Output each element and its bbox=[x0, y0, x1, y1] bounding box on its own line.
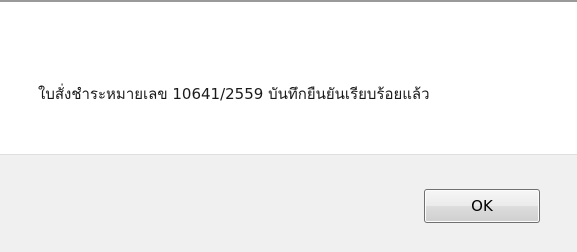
alert-dialog: ใบสั่งชำระหมายเลข 10641/2559 บันทึกยืนยั… bbox=[0, 0, 577, 252]
dialog-message: ใบสั่งชำระหมายเลข 10641/2559 บันทึกยืนยั… bbox=[38, 85, 430, 103]
dialog-content: ใบสั่งชำระหมายเลข 10641/2559 บันทึกยืนยั… bbox=[0, 2, 577, 154]
ok-button[interactable]: OK bbox=[424, 189, 540, 223]
dialog-footer: OK bbox=[0, 154, 577, 252]
